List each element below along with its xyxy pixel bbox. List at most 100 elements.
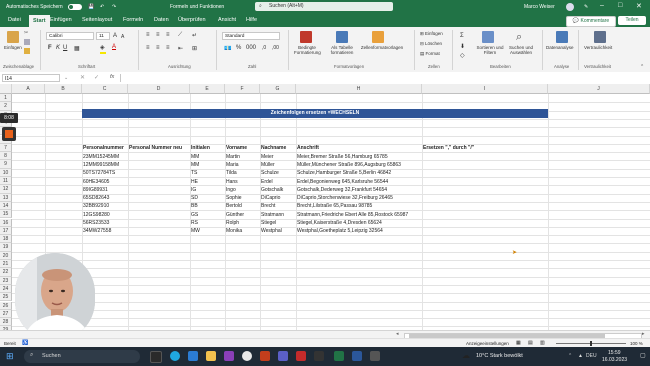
weather-text[interactable]: 10°C Stark bewölkt	[476, 353, 523, 359]
row-header-21[interactable]: 21	[0, 260, 12, 269]
column-header-c[interactable]: C	[82, 84, 128, 94]
row-header-2[interactable]: 2	[0, 102, 12, 111]
redo-icon[interactable]: ↷	[112, 4, 116, 10]
confirm-icon[interactable]: ✓	[94, 74, 99, 81]
spreadsheet-grid[interactable]: ABCDEFGHIJ 12345678910111213141516171819…	[0, 84, 650, 336]
format-cells-button[interactable]: ▤ Format	[420, 51, 440, 57]
data-cell[interactable]: 32BB92910	[83, 203, 109, 209]
excel-icon[interactable]	[334, 351, 344, 361]
data-cell[interactable]: MM	[191, 162, 199, 168]
data-cell[interactable]: Günther	[226, 212, 244, 218]
percent-icon[interactable]: %	[236, 45, 241, 51]
font-name-select[interactable]: Calibri	[46, 32, 94, 40]
format-painter-icon[interactable]	[24, 48, 30, 54]
data-cell[interactable]: Hans	[226, 179, 238, 185]
number-format-select[interactable]: Standard	[222, 32, 280, 40]
data-cell[interactable]: 50TS72784TS	[83, 170, 115, 176]
header-cell[interactable]: Anschrift	[297, 145, 319, 151]
cut-icon[interactable]: ✂	[24, 30, 30, 36]
tab-datei[interactable]: Datei	[8, 17, 21, 23]
maximize-button[interactable]: □	[618, 2, 622, 9]
align-left-icon[interactable]: ≡	[146, 45, 150, 51]
share-button[interactable]: Teilen	[618, 16, 646, 25]
data-cell[interactable]: DiCaprio,Storchenwiese 32,Freiburg 26465	[297, 195, 393, 201]
font-size-select[interactable]: 11	[96, 32, 110, 40]
data-cell[interactable]: Maria	[226, 162, 239, 168]
network-icon[interactable]: ▲	[578, 353, 583, 359]
pen-icon[interactable]: ✎	[584, 4, 588, 10]
header-cell[interactable]: Vorname	[226, 145, 247, 151]
taskbar-search[interactable]: ⌕ Suchen	[24, 350, 140, 363]
app-icon[interactable]	[314, 351, 324, 361]
clock-date[interactable]: 16.03.2023	[602, 357, 627, 363]
row-header-19[interactable]: 19	[0, 243, 12, 252]
border-icon[interactable]: ▦	[74, 45, 80, 52]
column-header-j[interactable]: J	[548, 84, 650, 94]
data-cell[interactable]: Stratmann,Friedriche Ebert Alle 85,Rosto…	[297, 212, 408, 218]
data-cell[interactable]: 12GS98280	[83, 212, 110, 218]
italic-button[interactable]: K	[56, 45, 60, 51]
data-cell[interactable]: Müller	[261, 162, 275, 168]
data-cell[interactable]: Meier	[261, 154, 274, 160]
clear-icon[interactable]: ◇	[460, 52, 465, 59]
sort-filter-icon[interactable]	[482, 31, 494, 43]
fill-color-icon[interactable]	[100, 52, 106, 54]
orientation-icon[interactable]: ⟋	[178, 32, 182, 39]
select-all-corner[interactable]	[0, 84, 12, 94]
data-cell[interactable]: Schulze	[261, 170, 279, 176]
data-cell[interactable]: Meier,Bremer Straße 56,Hamburg 65785	[297, 154, 388, 160]
row-header-9[interactable]: 9	[0, 160, 12, 169]
powerpoint-icon[interactable]	[260, 351, 270, 361]
clock-time[interactable]: 15:59	[608, 350, 621, 356]
conditional-format-label[interactable]: Bedingte Formatierung	[294, 45, 321, 55]
task-view-icon[interactable]	[150, 351, 162, 363]
data-cell[interactable]: 60HE34605	[83, 179, 109, 185]
autosum-icon[interactable]: Σ	[460, 33, 464, 39]
data-cell[interactable]: 34MW27558	[83, 228, 111, 234]
undo-icon[interactable]: ↶	[100, 4, 104, 10]
data-cell[interactable]: Martin	[226, 154, 240, 160]
data-cell[interactable]: 89IG89931	[83, 187, 108, 193]
data-cell[interactable]: Schulze,Hamburger Straße 5,Berlin 46842	[297, 170, 391, 176]
align-top-icon[interactable]: ≡	[146, 32, 150, 38]
display-settings[interactable]: Anzeigeeinstellungen	[466, 341, 509, 346]
row-header-23[interactable]: 23	[0, 276, 12, 285]
search-box[interactable]: ⌕ Suchen (Alt+M)	[255, 2, 393, 11]
header-cell[interactable]: Initialen	[191, 145, 210, 151]
data-cell[interactable]: HE	[191, 179, 198, 185]
row-header-10[interactable]: 10	[0, 168, 12, 177]
copy-icon[interactable]	[24, 39, 30, 45]
data-analysis-icon[interactable]	[556, 31, 568, 43]
tab-einfuegen[interactable]: Einfügen	[50, 17, 72, 23]
font-color-icon[interactable]: A	[112, 44, 116, 50]
currency-icon[interactable]: 💶	[224, 45, 231, 52]
row-header-15[interactable]: 15	[0, 210, 12, 219]
formula-input[interactable]	[120, 74, 647, 82]
collapse-ribbon-icon[interactable]: ⌃	[640, 64, 644, 70]
data-analysis-label[interactable]: Datenanalyse	[546, 45, 574, 50]
data-cell[interactable]: RS	[191, 220, 198, 226]
indent-icon[interactable]: ⇤	[178, 45, 183, 52]
tray-chevron-icon[interactable]: ⌃	[568, 353, 572, 359]
normal-view-icon[interactable]: ▦	[516, 340, 521, 346]
zoom-thumb[interactable]	[590, 341, 592, 346]
column-header-d[interactable]: D	[128, 84, 190, 94]
lang-indicator[interactable]: DEU	[586, 353, 597, 359]
data-cell[interactable]: Müller,Münchener Straße 896,Augsburg 658…	[297, 162, 401, 168]
paste-icon[interactable]	[7, 31, 19, 43]
sensitivity-label[interactable]: Vertraulichkeit	[584, 45, 612, 50]
data-cell[interactable]: IG	[191, 187, 196, 193]
tab-start[interactable]: Start	[29, 15, 50, 27]
app-icon[interactable]	[370, 351, 380, 361]
tab-ueberpruefen[interactable]: Überprüfen	[178, 17, 206, 23]
tab-formeln[interactable]: Formeln	[123, 17, 143, 23]
header-cell[interactable]: Nachname	[261, 145, 286, 151]
column-header-f[interactable]: F	[225, 84, 260, 94]
sensitivity-icon[interactable]	[594, 31, 606, 43]
find-select-label[interactable]: Suchen und Auswählen	[506, 45, 536, 55]
data-cell[interactable]: GS	[191, 212, 198, 218]
tab-hilfe[interactable]: Hilfe	[246, 17, 257, 23]
row-header-8[interactable]: 8	[0, 152, 12, 161]
delete-cells-button[interactable]: ⊟ Löschen	[420, 41, 442, 47]
row-header-27[interactable]: 27	[0, 309, 12, 319]
